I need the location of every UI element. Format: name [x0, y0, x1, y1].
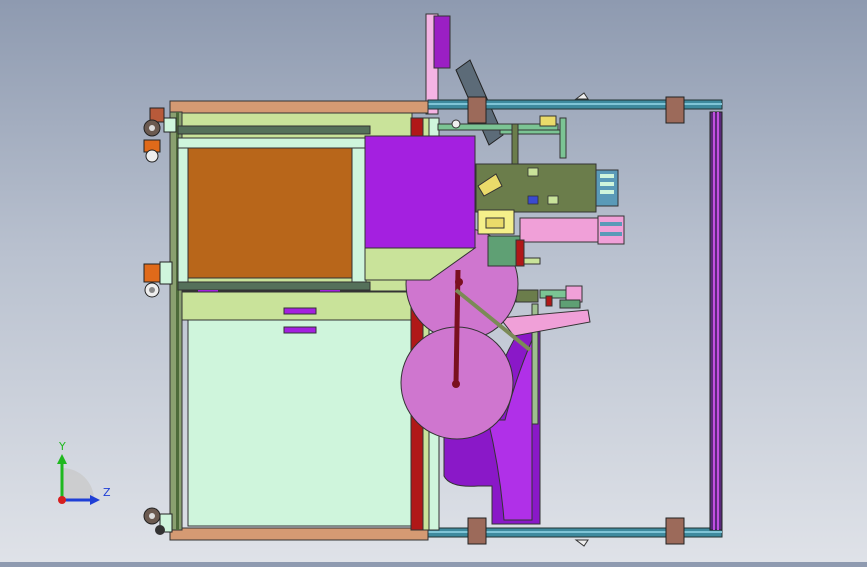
olive-controller — [475, 163, 619, 213]
lower-cabinet — [181, 291, 413, 527]
sensor-bracket — [539, 285, 583, 309]
purple-hopper — [364, 135, 477, 281]
top-vertical-bracket — [425, 13, 451, 115]
machine-assembly-drawing — [143, 13, 723, 547]
caster-wheel-icon — [143, 507, 173, 535]
pink-cylinder-assembly — [477, 209, 625, 267]
z-axis-label: Z — [103, 486, 111, 499]
coordinate-triad-icon: Y Z — [50, 438, 120, 510]
cad-viewport[interactable]: Y Z — [0, 0, 867, 562]
y-axis-label: Y — [59, 440, 66, 453]
caster-wheel-icon — [143, 261, 173, 298]
